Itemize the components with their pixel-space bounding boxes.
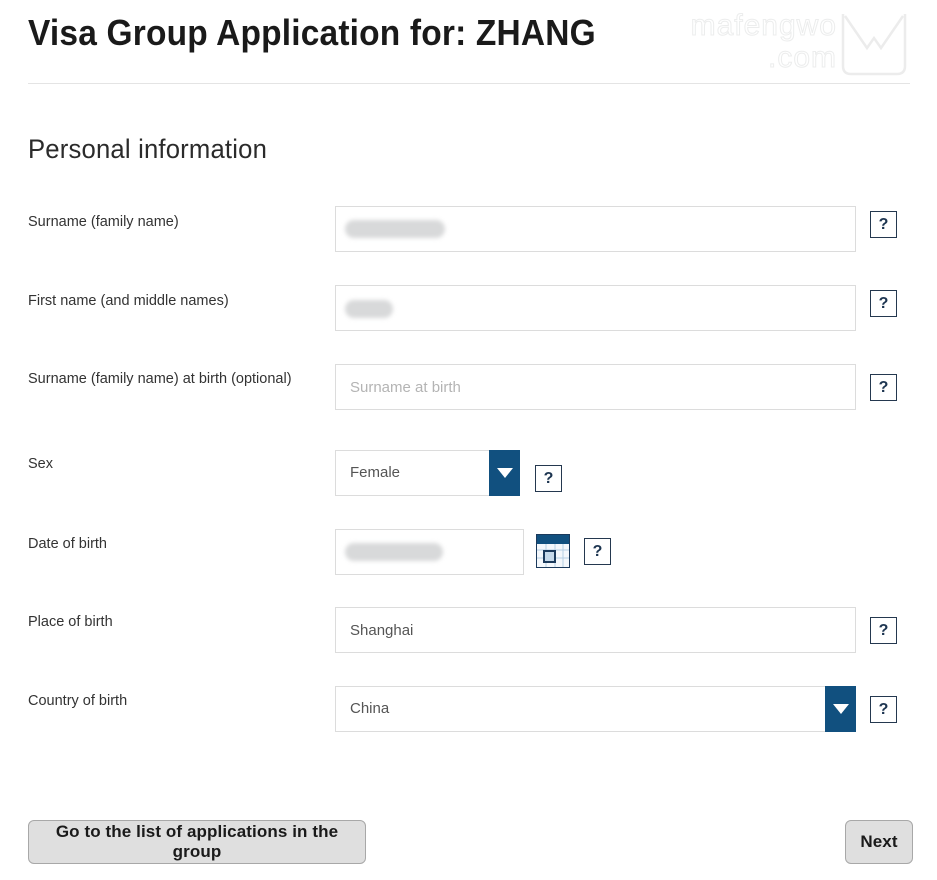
label-place-of-birth: Place of birth (28, 614, 113, 630)
help-button-surname-at-birth[interactable]: ? (870, 374, 897, 401)
calendar-icon[interactable] (536, 534, 570, 568)
help-button-surname[interactable]: ? (870, 211, 897, 238)
help-button-sex[interactable]: ? (535, 465, 562, 492)
watermark: mafengwo .com (657, 4, 917, 80)
watermark-line-1: mafengwo (690, 9, 837, 42)
input-surname[interactable] (335, 206, 856, 252)
label-country-of-birth: Country of birth (28, 693, 128, 709)
section-title-personal-information: Personal information (28, 134, 268, 164)
select-sex-value: Female (350, 464, 401, 481)
next-button[interactable]: Next (845, 820, 913, 864)
page-title: Visa Group Application for: ZHANG (28, 12, 596, 53)
help-button-first-name[interactable]: ? (870, 290, 897, 317)
input-surname-at-birth[interactable] (335, 364, 856, 410)
select-sex[interactable]: Female (335, 450, 520, 496)
watermark-line-2: .com (767, 41, 837, 75)
label-sex: Sex (28, 456, 53, 472)
select-country-of-birth-value: China (350, 700, 390, 717)
label-surname-at-birth: Surname (family name) at birth (optional… (28, 371, 292, 387)
label-surname: Surname (family name) (28, 214, 179, 230)
help-button-place-of-birth[interactable]: ? (870, 617, 897, 644)
input-first-name[interactable] (335, 285, 856, 331)
go-to-group-list-button[interactable]: Go to the list of applications in the gr… (28, 820, 366, 864)
header-divider (28, 83, 910, 84)
chevron-down-icon[interactable] (489, 450, 520, 496)
label-first-name: First name (and middle names) (28, 293, 229, 309)
chevron-down-icon[interactable] (825, 686, 856, 732)
help-button-country-of-birth[interactable]: ? (870, 696, 897, 723)
label-date-of-birth: Date of birth (28, 536, 107, 552)
watermark-text: mafengwo .com (657, 9, 837, 75)
help-button-date-of-birth[interactable]: ? (584, 538, 611, 565)
select-country-of-birth[interactable]: China (335, 686, 856, 732)
mafengwo-m-logo-icon (837, 8, 911, 85)
input-date-of-birth[interactable] (335, 529, 524, 575)
input-place-of-birth[interactable] (335, 607, 856, 653)
